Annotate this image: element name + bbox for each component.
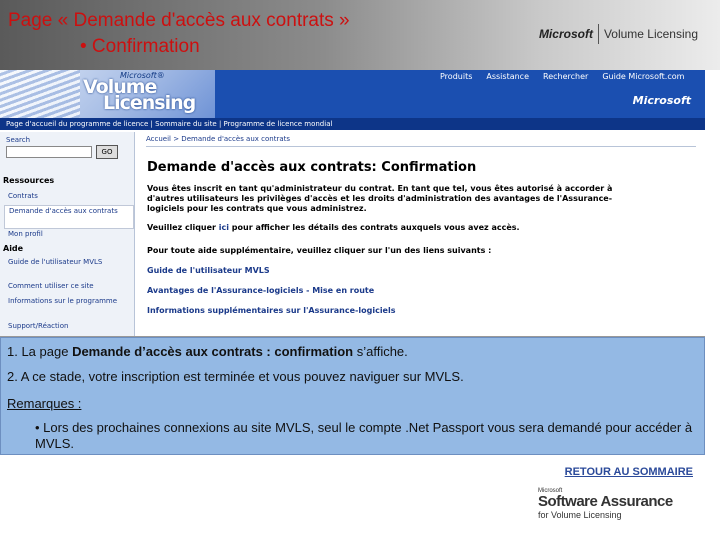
sidebar: Search GO Ressources Contrats Demande d'… [0, 132, 135, 336]
sa-logo-title: Software Assurance [538, 493, 673, 510]
volume-licensing-logo[interactable]: Microsoft® Volume Licensing [0, 70, 215, 118]
search-input[interactable] [6, 146, 92, 158]
search-label: Search [6, 136, 31, 144]
sidebar-item-guide[interactable]: Guide de l'utilisateur MVLS [8, 257, 126, 267]
microsoft-logo-text: Microsoft [538, 27, 593, 41]
link-informations[interactable]: Informations supplémentaires sur l'Assur… [147, 306, 396, 315]
slide-header: Page « Demande d'accès aux contrats » • … [0, 0, 720, 70]
go-button[interactable]: GO [96, 145, 118, 159]
click-here-prefix: Veuillez cliquer [147, 223, 219, 232]
sa-logo-subtitle: for Volume Licensing [538, 510, 622, 520]
sidebar-item-contrats[interactable]: Contrats [8, 192, 126, 200]
link-avantages[interactable]: Avantages de l'Assurance-logiciels - Mis… [147, 286, 374, 295]
topnav-produits[interactable]: Produits [440, 72, 472, 81]
admin-paragraph: Vous êtes inscrit en tant qu'administrat… [147, 184, 613, 213]
help-paragraph: Pour toute aide supplémentaire, veuillez… [147, 246, 492, 255]
sidebar-item-profil[interactable]: Mon profil [8, 230, 126, 238]
page-heading: Demande d'accès aux contrats: Confirmati… [147, 160, 477, 175]
link-guide-mvls[interactable]: Guide de l'utilisateur MVLS [147, 266, 270, 275]
mvls-screenshot: Microsoft® Volume Licensing Produits Ass… [0, 70, 705, 337]
step1-bold: Demande d’accès aux contrats : confirmat… [72, 344, 354, 359]
microsoft-logo[interactable]: Microsoft [633, 94, 691, 107]
breadcrumb-divider [146, 146, 696, 147]
step1-prefix: 1. La page [7, 344, 73, 359]
microsoft-volume-licensing-logo: Microsoft Volume Licensing [539, 24, 698, 44]
remarks-bullet: • Lors des prochaines connexions au site… [35, 420, 693, 451]
click-here-suffix: pour afficher les détails des contrats a… [229, 223, 520, 232]
sidebar-item-informations[interactable]: Informations sur le programme [8, 296, 126, 306]
slide-title-line2: • Confirmation [80, 36, 200, 57]
sidebar-item-demande[interactable]: Demande d'accès aux contrats [4, 205, 134, 229]
sub-nav[interactable]: Page d'accueil du programme de licence |… [0, 118, 705, 130]
slide-title: Page « Demande d'accès aux contrats » • … [8, 8, 350, 60]
volume-licensing-logo-text: Volume Licensing [603, 27, 698, 41]
slide-title-line1: Page « Demande d'accès aux contrats » [8, 10, 350, 31]
sidebar-item-support[interactable]: Support/Réaction [8, 322, 126, 330]
topnav-guide[interactable]: Guide Microsoft.com [602, 72, 684, 81]
sidebar-item-comment[interactable]: Comment utiliser ce site [8, 282, 126, 290]
click-here-link[interactable]: ici [219, 223, 229, 232]
instruction-box: 1. La page Demande d’accès aux contrats … [0, 337, 705, 455]
logo-divider [597, 24, 599, 44]
waves-graphic-icon [0, 70, 80, 118]
topnav-assistance[interactable]: Assistance [486, 72, 529, 81]
retour-sommaire-link[interactable]: RETOUR AU SOMMAIRE [565, 466, 693, 478]
instruction-step-1: 1. La page Demande d’accès aux contrats … [7, 344, 408, 359]
vl-logo-word2: Licensing [103, 92, 196, 114]
remarks-heading: Remarques : [7, 396, 82, 411]
topnav-rechercher[interactable]: Rechercher [543, 72, 588, 81]
instruction-step-2: 2. A ce stade, votre inscription est ter… [7, 369, 464, 384]
click-here-paragraph: Veuillez cliquer ici pour afficher les d… [147, 223, 520, 232]
breadcrumb[interactable]: Accueil > Demande d'accès aux contrats [146, 135, 290, 143]
mvls-banner: Microsoft® Volume Licensing Produits Ass… [0, 70, 705, 118]
sidebar-heading-help: Aide [3, 244, 24, 253]
sidebar-heading-resources: Ressources [3, 176, 55, 185]
main-content: Accueil > Demande d'accès aux contrats D… [140, 132, 705, 336]
top-nav: Produits Assistance Rechercher Guide Mic… [440, 72, 684, 81]
software-assurance-logo: Microsoft Software Assurance for Volume … [538, 488, 673, 520]
step1-suffix: s’affiche. [353, 344, 408, 359]
